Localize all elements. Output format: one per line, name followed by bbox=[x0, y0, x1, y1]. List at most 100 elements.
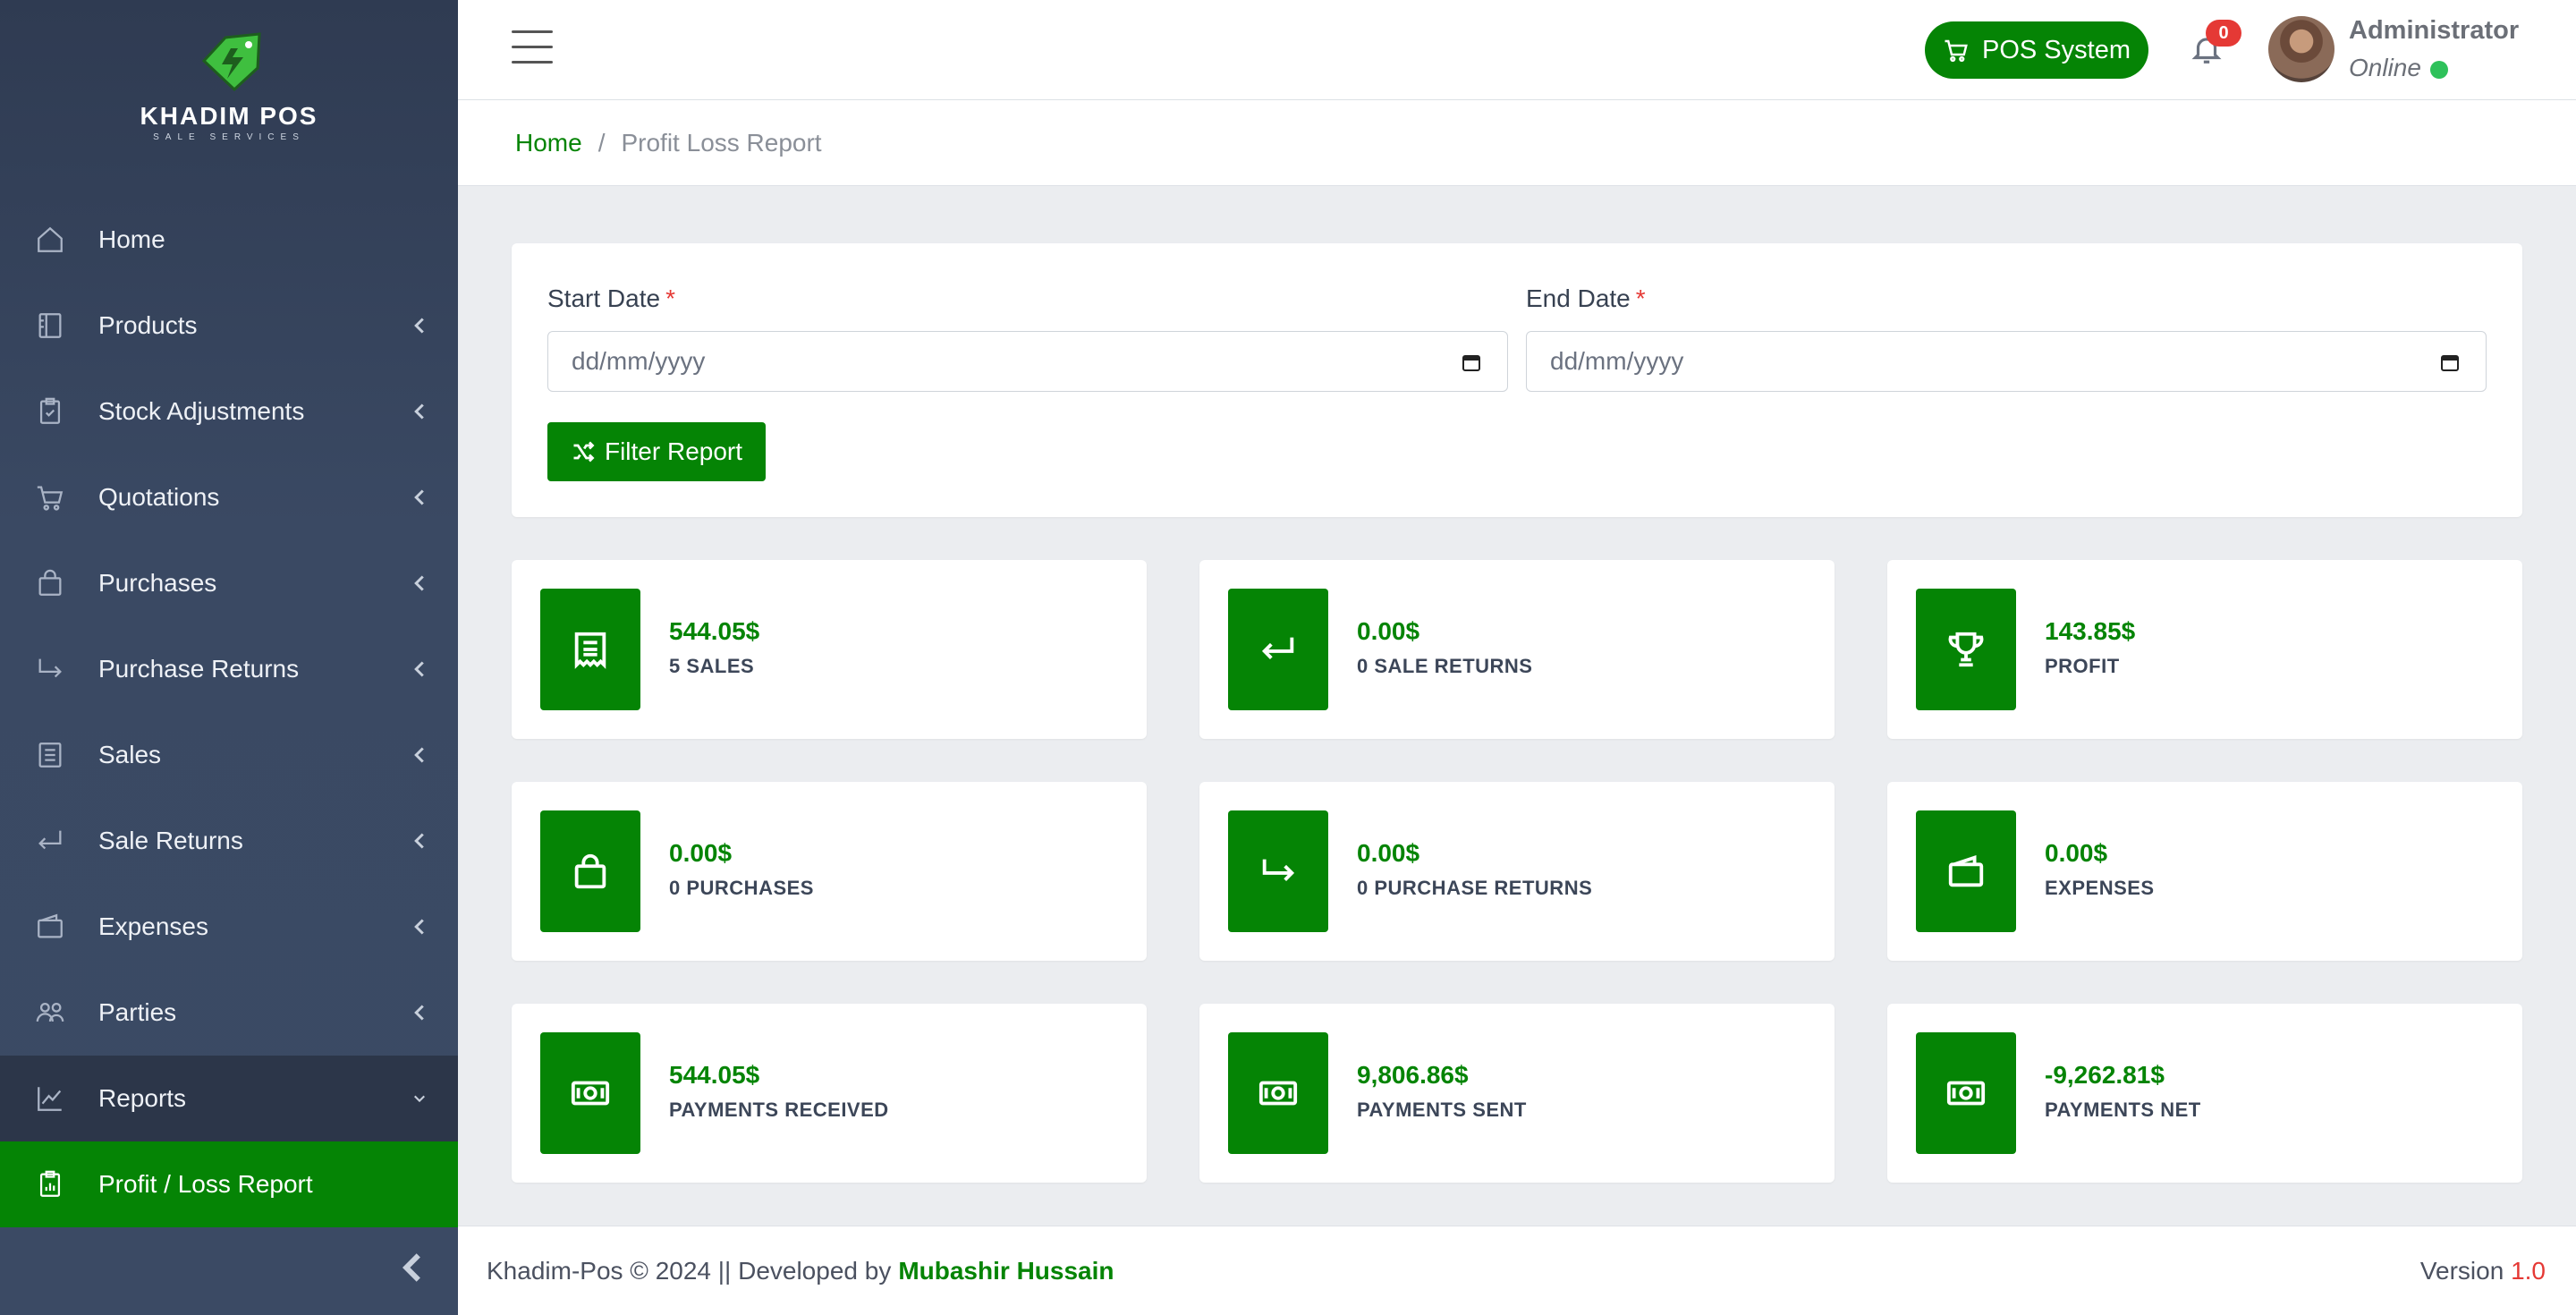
brand-name: KHADIM POS bbox=[140, 102, 318, 130]
user-name[interactable]: Administrator bbox=[2349, 16, 2519, 46]
start-date-placeholder: dd/mm/yyyy bbox=[572, 347, 706, 375]
chevron-left-icon bbox=[413, 317, 428, 335]
sidebar-item-label: Sale Returns bbox=[98, 827, 243, 854]
chevron-left-icon bbox=[413, 488, 428, 506]
stat-label: PAYMENTS RECEIVED bbox=[669, 1099, 889, 1121]
stat-label: 5 SALES bbox=[669, 655, 755, 677]
menu-toggle-icon[interactable] bbox=[512, 30, 553, 68]
sidebar-item-label: Quotations bbox=[98, 483, 220, 511]
sidebar-item-label: Purchases bbox=[98, 569, 217, 597]
cash-icon bbox=[1228, 1032, 1328, 1154]
stat-value: 544.05$ bbox=[669, 1061, 760, 1089]
clipboard-data-icon bbox=[34, 1168, 66, 1200]
sidebar-item-purchase-returns[interactable]: Purchase Returns bbox=[0, 626, 458, 712]
sidebar-item-home[interactable]: Home bbox=[0, 197, 458, 283]
breadcrumb-separator: / bbox=[597, 128, 606, 157]
sidebar-item-parties[interactable]: Parties bbox=[0, 970, 458, 1056]
sidebar-item-quotations[interactable]: Quotations bbox=[0, 454, 458, 540]
stat-label: PAYMENTS NET bbox=[2045, 1099, 2201, 1121]
stat-card-sale-returns: 0.00$ 0 SALE RETURNS bbox=[1199, 560, 1835, 739]
stat-card-payments-net: -9,262.81$ PAYMENTS NET bbox=[1887, 1004, 2522, 1183]
sidebar-item-label: Purchase Returns bbox=[98, 655, 300, 683]
list-icon bbox=[34, 739, 66, 771]
version-number: 1.0 bbox=[2511, 1257, 2546, 1285]
calendar-icon[interactable] bbox=[1461, 352, 1482, 373]
stat-value: 0.00$ bbox=[1357, 839, 1420, 867]
required-mark: * bbox=[1635, 284, 1646, 312]
sidebar-item-products[interactable]: Products bbox=[0, 283, 458, 369]
stat-card-sales: 544.05$ 5 SALES bbox=[512, 560, 1147, 739]
pos-system-label: POS System bbox=[1982, 35, 2131, 64]
stat-label: 0 SALE RETURNS bbox=[1357, 655, 1533, 677]
stat-label: 0 PURCHASES bbox=[669, 877, 814, 899]
bag-icon bbox=[34, 567, 66, 599]
shuffle-icon bbox=[573, 441, 595, 462]
chevron-left-icon bbox=[413, 832, 428, 850]
stat-card-purchase-returns: 0.00$ 0 PURCHASE RETURNS bbox=[1199, 782, 1835, 961]
stat-label: 0 PURCHASE RETURNS bbox=[1357, 877, 1593, 899]
trophy-icon bbox=[1916, 589, 2016, 710]
footer: Khadim-Pos © 2024 || Developed by Mubash… bbox=[458, 1226, 2576, 1315]
stat-value: 9,806.86$ bbox=[1357, 1061, 1469, 1089]
stat-value: 544.05$ bbox=[669, 617, 760, 645]
stat-card-profit: 143.85$ PROFIT bbox=[1887, 560, 2522, 739]
sidebar-item-label: Products bbox=[98, 311, 198, 339]
sidebar-nav: Home Products Stock Adjustments Quotatio… bbox=[0, 197, 458, 1227]
breadcrumb: Home / Profit Loss Report bbox=[458, 100, 2576, 186]
arrow-return-right-icon bbox=[34, 653, 66, 685]
chevron-down-icon bbox=[413, 1090, 428, 1107]
start-date-label-text: Start Date bbox=[547, 284, 661, 312]
end-date-input[interactable]: dd/mm/yyyy bbox=[1526, 331, 2487, 392]
breadcrumb-home-link[interactable]: Home bbox=[515, 129, 582, 157]
calendar-icon[interactable] bbox=[2439, 352, 2461, 373]
stat-label: EXPENSES bbox=[2045, 877, 2155, 899]
graph-icon bbox=[34, 1082, 66, 1115]
sidebar-item-purchases[interactable]: Purchases bbox=[0, 540, 458, 626]
bag-icon bbox=[540, 810, 640, 932]
chevron-left-icon bbox=[413, 1004, 428, 1022]
brand[interactable]: KHADIM POS SALE SERVICES bbox=[0, 0, 458, 168]
cart-icon bbox=[34, 481, 66, 513]
filter-report-button[interactable]: Filter Report bbox=[547, 422, 766, 481]
online-indicator bbox=[2429, 61, 2448, 79]
version-info: Version 1.0 bbox=[2420, 1257, 2546, 1285]
sidebar-item-sales[interactable]: Sales bbox=[0, 712, 458, 798]
home-icon bbox=[34, 224, 66, 256]
user-status-label: Online bbox=[2349, 54, 2421, 81]
footer-copyright: Khadim-Pos © 2024 || Developed by bbox=[487, 1256, 892, 1285]
chevron-left-icon bbox=[413, 660, 428, 678]
sidebar-collapse-button[interactable] bbox=[401, 1252, 428, 1285]
breadcrumb-current: Profit Loss Report bbox=[621, 128, 822, 157]
end-date-placeholder: dd/mm/yyyy bbox=[1550, 347, 1684, 375]
start-date-input[interactable]: dd/mm/yyyy bbox=[547, 331, 1508, 392]
avatar[interactable] bbox=[2268, 16, 2334, 82]
stat-card-payments-sent: 9,806.86$ PAYMENTS SENT bbox=[1199, 1004, 1835, 1183]
sidebar-item-sale-returns[interactable]: Sale Returns bbox=[0, 798, 458, 884]
stat-card-payments-received: 544.05$ PAYMENTS RECEIVED bbox=[512, 1004, 1147, 1183]
sidebar: KHADIM POS SALE SERVICES Home Products S… bbox=[0, 0, 458, 1315]
sidebar-item-profit-loss-report[interactable]: Profit / Loss Report bbox=[0, 1141, 458, 1227]
stat-value: 0.00$ bbox=[2045, 839, 2108, 867]
topbar: POS System 0 Administrator Online bbox=[458, 0, 2576, 100]
version-label: Version bbox=[2419, 1257, 2504, 1285]
pos-system-button[interactable]: POS System bbox=[1925, 21, 2148, 79]
sidebar-item-label: Expenses bbox=[98, 912, 208, 940]
sidebar-item-label: Reports bbox=[98, 1084, 187, 1112]
user-status: Online bbox=[2349, 54, 2448, 82]
stat-value: 143.85$ bbox=[2045, 617, 2136, 645]
developer-link[interactable]: Mubashir Hussain bbox=[898, 1257, 1114, 1285]
chevron-left-icon bbox=[413, 746, 428, 764]
sidebar-item-reports[interactable]: Reports bbox=[0, 1056, 458, 1141]
stat-value: 0.00$ bbox=[1357, 617, 1420, 645]
start-date-label: Start Date * bbox=[547, 284, 675, 313]
cash-icon bbox=[540, 1032, 640, 1154]
chevron-left-icon bbox=[413, 918, 428, 936]
cart-icon bbox=[1945, 39, 1968, 63]
cash-icon bbox=[1916, 1032, 2016, 1154]
sidebar-item-stock-adjustments[interactable]: Stock Adjustments bbox=[0, 369, 458, 454]
receipt-icon bbox=[540, 589, 640, 710]
sidebar-item-label: Home bbox=[98, 225, 165, 253]
sidebar-item-expenses[interactable]: Expenses bbox=[0, 884, 458, 970]
arrow-return-left-icon bbox=[1228, 589, 1328, 710]
stat-card-expenses: 0.00$ EXPENSES bbox=[1887, 782, 2522, 961]
